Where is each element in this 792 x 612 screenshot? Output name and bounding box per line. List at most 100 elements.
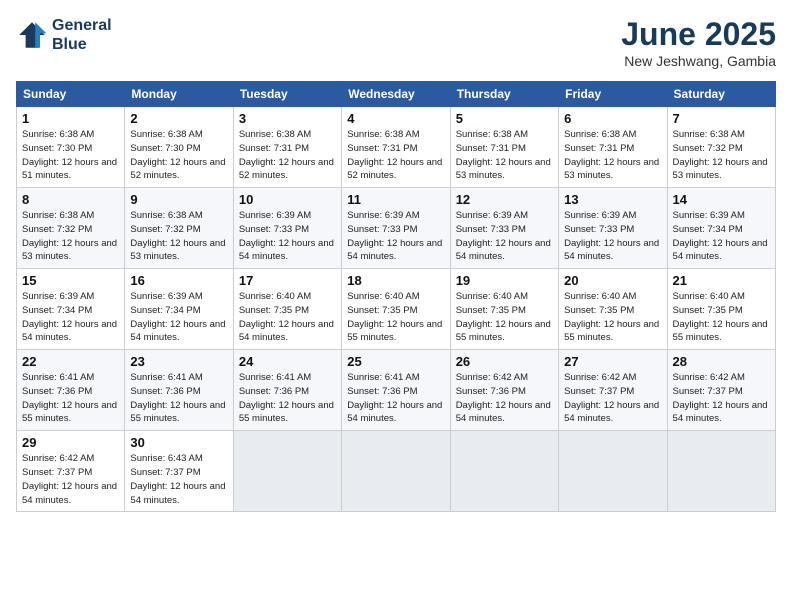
calendar-cell: [450, 431, 558, 512]
day-number: 1: [22, 111, 119, 126]
calendar-cell: 16 Sunrise: 6:39 AM Sunset: 7:34 PM Dayl…: [125, 269, 233, 350]
calendar-cell: 23 Sunrise: 6:41 AM Sunset: 7:36 PM Dayl…: [125, 350, 233, 431]
day-number: 27: [564, 354, 661, 369]
calendar-cell: 11 Sunrise: 6:39 AM Sunset: 7:33 PM Dayl…: [342, 188, 450, 269]
day-info: Sunrise: 6:38 AM Sunset: 7:31 PM Dayligh…: [456, 128, 553, 183]
day-number: 17: [239, 273, 336, 288]
calendar-cell: 27 Sunrise: 6:42 AM Sunset: 7:37 PM Dayl…: [559, 350, 667, 431]
day-info: Sunrise: 6:38 AM Sunset: 7:31 PM Dayligh…: [564, 128, 661, 183]
day-info: Sunrise: 6:42 AM Sunset: 7:37 PM Dayligh…: [673, 371, 770, 426]
title-area: June 2025 New Jeshwang, Gambia: [621, 16, 776, 69]
calendar-cell: 9 Sunrise: 6:38 AM Sunset: 7:32 PM Dayli…: [125, 188, 233, 269]
calendar-week-2: 8 Sunrise: 6:38 AM Sunset: 7:32 PM Dayli…: [17, 188, 776, 269]
calendar-cell: 1 Sunrise: 6:38 AM Sunset: 7:30 PM Dayli…: [17, 107, 125, 188]
calendar-cell: 14 Sunrise: 6:39 AM Sunset: 7:34 PM Dayl…: [667, 188, 775, 269]
logo-text: General Blue: [52, 16, 112, 54]
day-info: Sunrise: 6:41 AM Sunset: 7:36 PM Dayligh…: [130, 371, 227, 426]
calendar-cell: [342, 431, 450, 512]
calendar-cell: 25 Sunrise: 6:41 AM Sunset: 7:36 PM Dayl…: [342, 350, 450, 431]
day-number: 7: [673, 111, 770, 126]
day-number: 13: [564, 192, 661, 207]
calendar-cell: 10 Sunrise: 6:39 AM Sunset: 7:33 PM Dayl…: [233, 188, 341, 269]
day-info: Sunrise: 6:38 AM Sunset: 7:30 PM Dayligh…: [22, 128, 119, 183]
calendar-cell: 4 Sunrise: 6:38 AM Sunset: 7:31 PM Dayli…: [342, 107, 450, 188]
day-number: 22: [22, 354, 119, 369]
location-subtitle: New Jeshwang, Gambia: [621, 53, 776, 69]
calendar-week-3: 15 Sunrise: 6:39 AM Sunset: 7:34 PM Dayl…: [17, 269, 776, 350]
calendar-cell: 26 Sunrise: 6:42 AM Sunset: 7:36 PM Dayl…: [450, 350, 558, 431]
calendar-cell: 29 Sunrise: 6:42 AM Sunset: 7:37 PM Dayl…: [17, 431, 125, 512]
day-number: 10: [239, 192, 336, 207]
day-number: 24: [239, 354, 336, 369]
day-number: 2: [130, 111, 227, 126]
calendar-cell: 13 Sunrise: 6:39 AM Sunset: 7:33 PM Dayl…: [559, 188, 667, 269]
day-info: Sunrise: 6:39 AM Sunset: 7:33 PM Dayligh…: [456, 209, 553, 264]
calendar-cell: 15 Sunrise: 6:39 AM Sunset: 7:34 PM Dayl…: [17, 269, 125, 350]
day-info: Sunrise: 6:41 AM Sunset: 7:36 PM Dayligh…: [347, 371, 444, 426]
calendar-cell: 2 Sunrise: 6:38 AM Sunset: 7:30 PM Dayli…: [125, 107, 233, 188]
col-header-friday: Friday: [559, 82, 667, 107]
col-header-saturday: Saturday: [667, 82, 775, 107]
day-number: 3: [239, 111, 336, 126]
calendar-cell: 8 Sunrise: 6:38 AM Sunset: 7:32 PM Dayli…: [17, 188, 125, 269]
day-number: 6: [564, 111, 661, 126]
calendar-week-4: 22 Sunrise: 6:41 AM Sunset: 7:36 PM Dayl…: [17, 350, 776, 431]
day-info: Sunrise: 6:41 AM Sunset: 7:36 PM Dayligh…: [239, 371, 336, 426]
calendar-cell: 17 Sunrise: 6:40 AM Sunset: 7:35 PM Dayl…: [233, 269, 341, 350]
day-number: 5: [456, 111, 553, 126]
day-number: 28: [673, 354, 770, 369]
calendar-cell: 24 Sunrise: 6:41 AM Sunset: 7:36 PM Dayl…: [233, 350, 341, 431]
day-number: 26: [456, 354, 553, 369]
day-info: Sunrise: 6:40 AM Sunset: 7:35 PM Dayligh…: [673, 290, 770, 345]
day-info: Sunrise: 6:40 AM Sunset: 7:35 PM Dayligh…: [564, 290, 661, 345]
day-number: 20: [564, 273, 661, 288]
col-header-thursday: Thursday: [450, 82, 558, 107]
calendar-cell: 5 Sunrise: 6:38 AM Sunset: 7:31 PM Dayli…: [450, 107, 558, 188]
calendar-cell: 22 Sunrise: 6:41 AM Sunset: 7:36 PM Dayl…: [17, 350, 125, 431]
day-info: Sunrise: 6:42 AM Sunset: 7:36 PM Dayligh…: [456, 371, 553, 426]
day-number: 9: [130, 192, 227, 207]
day-info: Sunrise: 6:41 AM Sunset: 7:36 PM Dayligh…: [22, 371, 119, 426]
day-number: 8: [22, 192, 119, 207]
day-info: Sunrise: 6:39 AM Sunset: 7:33 PM Dayligh…: [564, 209, 661, 264]
day-info: Sunrise: 6:38 AM Sunset: 7:30 PM Dayligh…: [130, 128, 227, 183]
page-header: General Blue June 2025 New Jeshwang, Gam…: [16, 16, 776, 69]
day-number: 18: [347, 273, 444, 288]
calendar-cell: [233, 431, 341, 512]
calendar-cell: 6 Sunrise: 6:38 AM Sunset: 7:31 PM Dayli…: [559, 107, 667, 188]
logo: General Blue: [16, 16, 112, 54]
calendar-cell: 7 Sunrise: 6:38 AM Sunset: 7:32 PM Dayli…: [667, 107, 775, 188]
day-number: 12: [456, 192, 553, 207]
day-info: Sunrise: 6:40 AM Sunset: 7:35 PM Dayligh…: [347, 290, 444, 345]
day-info: Sunrise: 6:42 AM Sunset: 7:37 PM Dayligh…: [564, 371, 661, 426]
day-number: 19: [456, 273, 553, 288]
day-info: Sunrise: 6:40 AM Sunset: 7:35 PM Dayligh…: [239, 290, 336, 345]
col-header-sunday: Sunday: [17, 82, 125, 107]
calendar-header-row: SundayMondayTuesdayWednesdayThursdayFrid…: [17, 82, 776, 107]
day-info: Sunrise: 6:38 AM Sunset: 7:32 PM Dayligh…: [22, 209, 119, 264]
day-info: Sunrise: 6:38 AM Sunset: 7:32 PM Dayligh…: [673, 128, 770, 183]
day-number: 21: [673, 273, 770, 288]
day-info: Sunrise: 6:42 AM Sunset: 7:37 PM Dayligh…: [22, 452, 119, 507]
day-info: Sunrise: 6:39 AM Sunset: 7:33 PM Dayligh…: [239, 209, 336, 264]
day-number: 14: [673, 192, 770, 207]
day-number: 25: [347, 354, 444, 369]
col-header-wednesday: Wednesday: [342, 82, 450, 107]
day-number: 15: [22, 273, 119, 288]
day-info: Sunrise: 6:38 AM Sunset: 7:32 PM Dayligh…: [130, 209, 227, 264]
col-header-tuesday: Tuesday: [233, 82, 341, 107]
calendar-week-5: 29 Sunrise: 6:42 AM Sunset: 7:37 PM Dayl…: [17, 431, 776, 512]
logo-icon: [16, 19, 48, 51]
calendar-week-1: 1 Sunrise: 6:38 AM Sunset: 7:30 PM Dayli…: [17, 107, 776, 188]
calendar-table: SundayMondayTuesdayWednesdayThursdayFrid…: [16, 81, 776, 512]
day-number: 29: [22, 435, 119, 450]
month-title: June 2025: [621, 16, 776, 53]
calendar-cell: 30 Sunrise: 6:43 AM Sunset: 7:37 PM Dayl…: [125, 431, 233, 512]
day-number: 16: [130, 273, 227, 288]
calendar-cell: 28 Sunrise: 6:42 AM Sunset: 7:37 PM Dayl…: [667, 350, 775, 431]
day-number: 30: [130, 435, 227, 450]
day-number: 11: [347, 192, 444, 207]
calendar-cell: [667, 431, 775, 512]
day-info: Sunrise: 6:38 AM Sunset: 7:31 PM Dayligh…: [239, 128, 336, 183]
day-info: Sunrise: 6:43 AM Sunset: 7:37 PM Dayligh…: [130, 452, 227, 507]
